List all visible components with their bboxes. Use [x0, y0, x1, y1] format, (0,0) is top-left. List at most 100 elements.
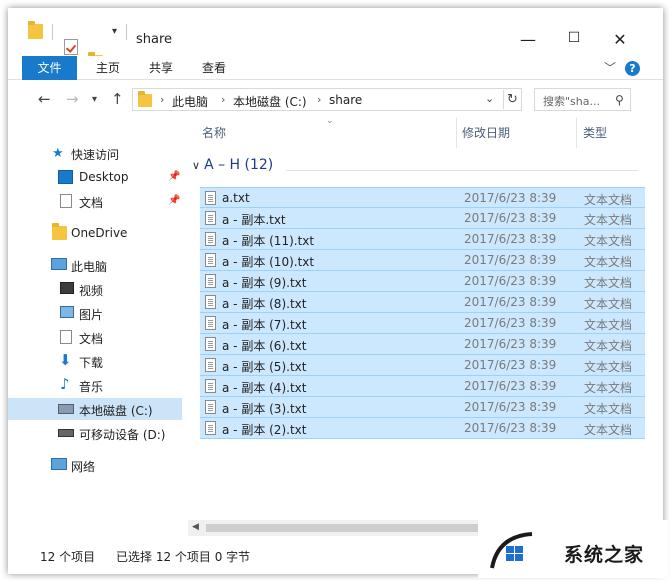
file-name: a - 副本 (11).txt	[222, 234, 315, 248]
group-title: A – H (12)	[204, 157, 274, 173]
sidebar-item-label: 可移动设备 (D:)	[79, 428, 166, 442]
file-name: a - 副本 (10).txt	[222, 255, 315, 269]
sidebar-item-removable-d[interactable]: 可移动设备 (D:)	[8, 422, 188, 444]
table-row[interactable]: a - 副本 (10).txt 2017/6/23 8:39 文本文档	[200, 250, 645, 271]
tab-file[interactable]: 文件	[22, 56, 77, 80]
sidebar-item-videos[interactable]: 视频	[8, 278, 188, 300]
file-name: a - 副本 (9).txt	[222, 276, 307, 290]
file-name: a - 副本 (8).txt	[222, 297, 307, 311]
breadcrumb-local-disk[interactable]: 本地磁盘 (C:)	[233, 93, 307, 110]
column-divider[interactable]	[456, 118, 457, 148]
file-type: 文本文档	[584, 381, 633, 395]
search-icon[interactable]: ⚲	[615, 93, 624, 107]
sidebar-item-label: 下载	[79, 356, 104, 370]
text-file-icon	[205, 421, 216, 435]
sidebar-item-pictures[interactable]: 图片	[8, 302, 188, 324]
table-row[interactable]: a.txt 2017/6/23 8:39 文本文档	[200, 187, 645, 208]
file-name: a - 副本 (3).txt	[222, 402, 307, 416]
refresh-icon[interactable]: ↻	[503, 90, 521, 109]
sidebar-item-this-pc[interactable]: 此电脑	[8, 254, 188, 276]
help-icon[interactable]: ?	[625, 61, 640, 76]
search-input[interactable]: 搜索"sha... ⚲	[534, 88, 631, 111]
desktop-icon	[58, 170, 73, 184]
star-icon: ★	[52, 146, 64, 161]
tab-view[interactable]: 查看	[194, 56, 234, 80]
scroll-left-arrow-icon[interactable]: ◀	[192, 522, 199, 532]
file-type: 文本文档	[584, 402, 633, 416]
group-collapse-chevron-icon[interactable]: ∨	[192, 159, 200, 172]
properties-icon[interactable]	[64, 39, 78, 55]
explorer-window: ▾ share — ☐ ✕ 文件 主页 共享 查看 ﹀ ? ← → ▾ ↑ › …	[8, 8, 663, 574]
address-bar[interactable]: › 此电脑 › 本地磁盘 (C:) › share ⌄ ↻	[132, 88, 522, 111]
sidebar-item-music[interactable]: ♪ 音乐	[8, 374, 188, 396]
pin-icon[interactable]: 📌	[168, 195, 180, 206]
table-row[interactable]: a - 副本.txt 2017/6/23 8:39 文本文档	[200, 208, 645, 229]
window-title: share	[136, 32, 173, 47]
table-row[interactable]: a - 副本 (3).txt 2017/6/23 8:39 文本文档	[200, 397, 645, 418]
maximize-button[interactable]: ☐	[562, 30, 586, 46]
file-date: 2017/6/23 8:39	[464, 253, 557, 267]
back-arrow-icon[interactable]: ←	[38, 90, 51, 108]
file-list: ⌄ 名称 修改日期 类型 ∨ A – H (12) a.txt 2017/6/23 …	[188, 114, 663, 534]
tab-share[interactable]: 共享	[141, 56, 181, 80]
group-divider	[286, 170, 638, 171]
sidebar-item-onedrive[interactable]: OneDrive	[8, 222, 188, 244]
video-icon	[60, 282, 74, 294]
close-button[interactable]: ✕	[608, 30, 632, 49]
sidebar-item-documents[interactable]: 文档	[8, 326, 188, 348]
picture-icon	[60, 306, 74, 318]
table-row[interactable]: a - 副本 (5).txt 2017/6/23 8:39 文本文档	[200, 355, 645, 376]
sidebar-item-desktop[interactable]: Desktop 📌	[8, 166, 188, 188]
file-date: 2017/6/23 8:39	[464, 316, 557, 330]
file-name: a.txt	[222, 191, 250, 205]
address-history-dropdown-icon[interactable]: ⌄	[485, 92, 494, 105]
up-arrow-icon[interactable]: ↑	[111, 90, 124, 108]
music-icon: ♪	[60, 375, 70, 393]
scrollbar-thumb[interactable]	[206, 524, 482, 532]
ribbon-expand-chevron-icon[interactable]: ﹀	[604, 59, 616, 76]
breadcrumb-chevron-icon[interactable]: ›	[317, 93, 321, 106]
file-name: a - 副本 (4).txt	[222, 381, 307, 395]
item-count: 12 个项目	[40, 550, 96, 564]
table-row[interactable]: a - 副本 (4).txt 2017/6/23 8:39 文本文档	[200, 376, 645, 397]
minimize-button[interactable]: —	[516, 30, 540, 49]
column-divider[interactable]	[576, 118, 577, 148]
column-type[interactable]: 类型	[583, 124, 607, 141]
breadcrumb-chevron-icon[interactable]: ›	[221, 93, 225, 106]
file-date: 2017/6/23 8:39	[464, 421, 557, 435]
table-row[interactable]: a - 副本 (2).txt 2017/6/23 8:39 文本文档	[200, 418, 645, 439]
pin-icon[interactable]: 📌	[168, 171, 180, 182]
file-date: 2017/6/23 8:39	[464, 274, 557, 288]
sidebar-item-quick-access[interactable]: ★ 快速访问	[8, 142, 188, 164]
recent-locations-chevron-icon[interactable]: ▾	[92, 94, 97, 105]
column-date[interactable]: 修改日期	[462, 124, 510, 141]
breadcrumb-this-pc[interactable]: 此电脑	[172, 93, 208, 110]
table-row[interactable]: a - 副本 (9).txt 2017/6/23 8:39 文本文档	[200, 271, 645, 292]
table-row[interactable]: a - 副本 (8).txt 2017/6/23 8:39 文本文档	[200, 292, 645, 313]
table-row[interactable]: a - 副本 (11).txt 2017/6/23 8:39 文本文档	[200, 229, 645, 250]
ribbon-tabs: 文件 主页 共享 查看 ﹀ ?	[8, 56, 663, 80]
text-file-icon	[205, 379, 216, 393]
sidebar-item-documents-pinned[interactable]: 文档 📌	[8, 190, 188, 212]
sidebar-item-label: 视频	[79, 284, 104, 298]
file-name: a - 副本.txt	[222, 213, 286, 227]
forward-arrow-icon[interactable]: →	[66, 90, 79, 108]
quick-access-toolbar-dropdown-icon[interactable]: ▾	[112, 26, 117, 37]
breadcrumb-chevron-icon[interactable]: ›	[160, 93, 164, 106]
sidebar-item-local-disk-c[interactable]: 本地磁盘 (C:)	[8, 398, 182, 420]
table-row[interactable]: a - 副本 (7).txt 2017/6/23 8:39 文本文档	[200, 313, 645, 334]
breadcrumb-share[interactable]: share	[329, 93, 362, 107]
table-row[interactable]: a - 副本 (6).txt 2017/6/23 8:39 文本文档	[200, 334, 645, 355]
tab-home[interactable]: 主页	[88, 56, 128, 80]
sidebar-item-label: 快速访问	[71, 148, 120, 162]
sidebar-item-network[interactable]: 网络	[8, 454, 188, 476]
file-date: 2017/6/23 8:39	[464, 211, 557, 225]
column-name[interactable]: 名称	[202, 124, 226, 141]
file-type: 文本文档	[584, 276, 633, 290]
file-type: 文本文档	[584, 234, 633, 248]
selection-summary: 已选择 12 个项目 0 字节	[116, 550, 251, 564]
sidebar-item-label: Desktop	[79, 170, 129, 184]
group-header[interactable]: ∨ A – H (12)	[192, 157, 273, 173]
sidebar-item-downloads[interactable]: ⬇ 下载	[8, 350, 188, 372]
title-separator	[126, 24, 127, 40]
